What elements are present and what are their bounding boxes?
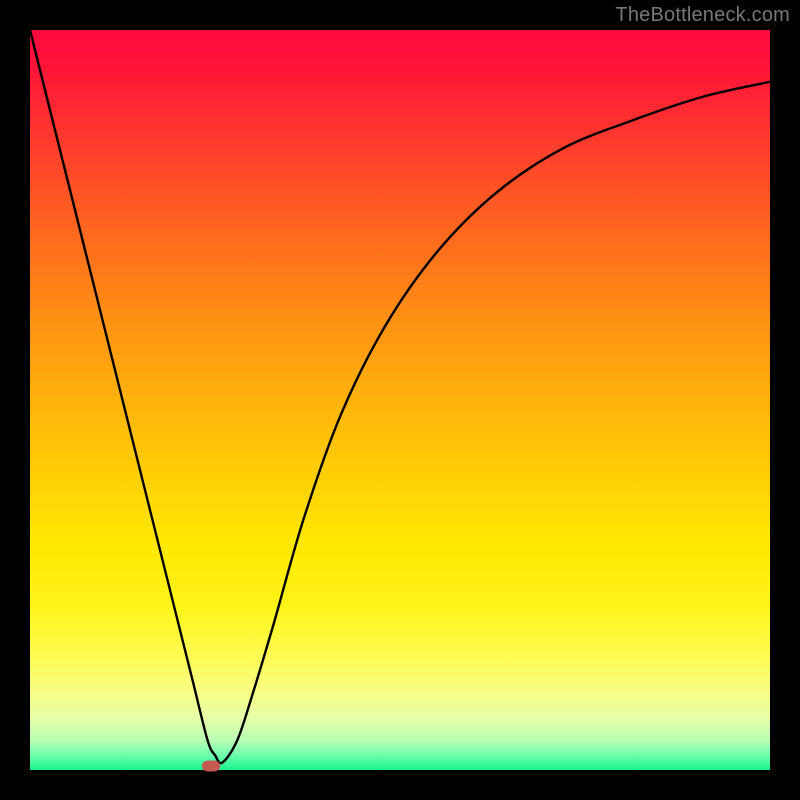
watermark-text: TheBottleneck.com — [615, 4, 790, 27]
chart-frame: TheBottleneck.com — [0, 0, 800, 800]
plot-gradient-background — [30, 30, 770, 770]
optimal-point-marker — [202, 761, 220, 772]
